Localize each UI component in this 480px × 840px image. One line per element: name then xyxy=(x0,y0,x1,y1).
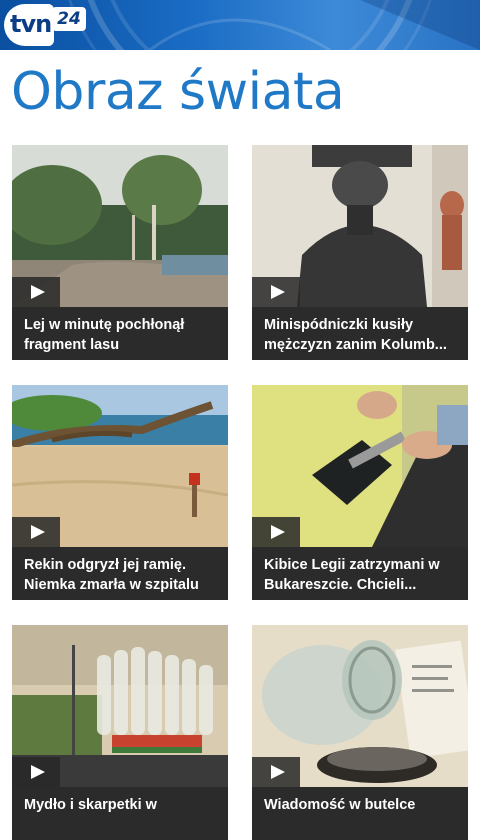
tile-caption: Rekin odgryzł jej ramię. Niemka zmarła w… xyxy=(12,547,228,600)
news-tile[interactable]: Kibice Legii zatrzymani w Bukareszcie. C… xyxy=(252,385,468,600)
play-icon[interactable] xyxy=(12,517,60,547)
caption-line-1: Rekin odgryzł jej ramię. xyxy=(24,557,186,573)
page-title: Obraz świata xyxy=(11,62,345,122)
play-icon[interactable] xyxy=(12,757,60,787)
play-icon[interactable] xyxy=(12,277,60,307)
news-tile[interactable]: Mydło i skarpetki w xyxy=(12,625,228,840)
news-tile[interactable]: Rekin odgryzł jej ramię. Niemka zmarła w… xyxy=(12,385,228,600)
play-icon[interactable] xyxy=(252,757,300,787)
play-icon[interactable] xyxy=(252,517,300,547)
caption-line-1: Wiadomość w butelce xyxy=(264,797,416,813)
caption-line-2: Niemka zmarła w szpitalu xyxy=(24,577,199,593)
caption-line-2: Bukareszcie. Chcieli... xyxy=(264,577,417,593)
app-header: tvn 24 xyxy=(0,0,480,50)
tile-caption: Mydło i skarpetki w xyxy=(12,787,228,840)
tile-caption: Kibice Legii zatrzymani w Bukareszcie. C… xyxy=(252,547,468,600)
news-tile[interactable]: Minispódniczki kusiły mężczyzn zanim Kol… xyxy=(252,145,468,360)
tile-caption: Wiadomość w butelce xyxy=(252,787,468,840)
play-icon[interactable] xyxy=(252,277,300,307)
news-tile[interactable]: Lej w minutę pochłonął fragment lasu xyxy=(12,145,228,360)
caption-line-2: fragment lasu xyxy=(24,337,120,353)
caption-line-1: Kibice Legii zatrzymani w xyxy=(264,557,440,573)
tile-caption: Lej w minutę pochłonął fragment lasu xyxy=(12,307,228,360)
logo-text: tvn xyxy=(10,10,52,38)
caption-line-1: Minispódniczki kusiły xyxy=(264,317,414,333)
tile-caption: Minispódniczki kusiły mężczyzn zanim Kol… xyxy=(252,307,468,360)
logo-number: 24 xyxy=(52,7,86,31)
caption-line-1: Mydło i skarpetki w xyxy=(24,797,157,813)
caption-line-2: mężczyzn zanim Kolumb... xyxy=(264,337,447,353)
news-tile[interactable]: Wiadomość w butelce xyxy=(252,625,468,840)
caption-line-1: Lej w minutę pochłonął xyxy=(24,317,185,333)
tvn24-logo[interactable]: tvn 24 xyxy=(4,4,88,46)
